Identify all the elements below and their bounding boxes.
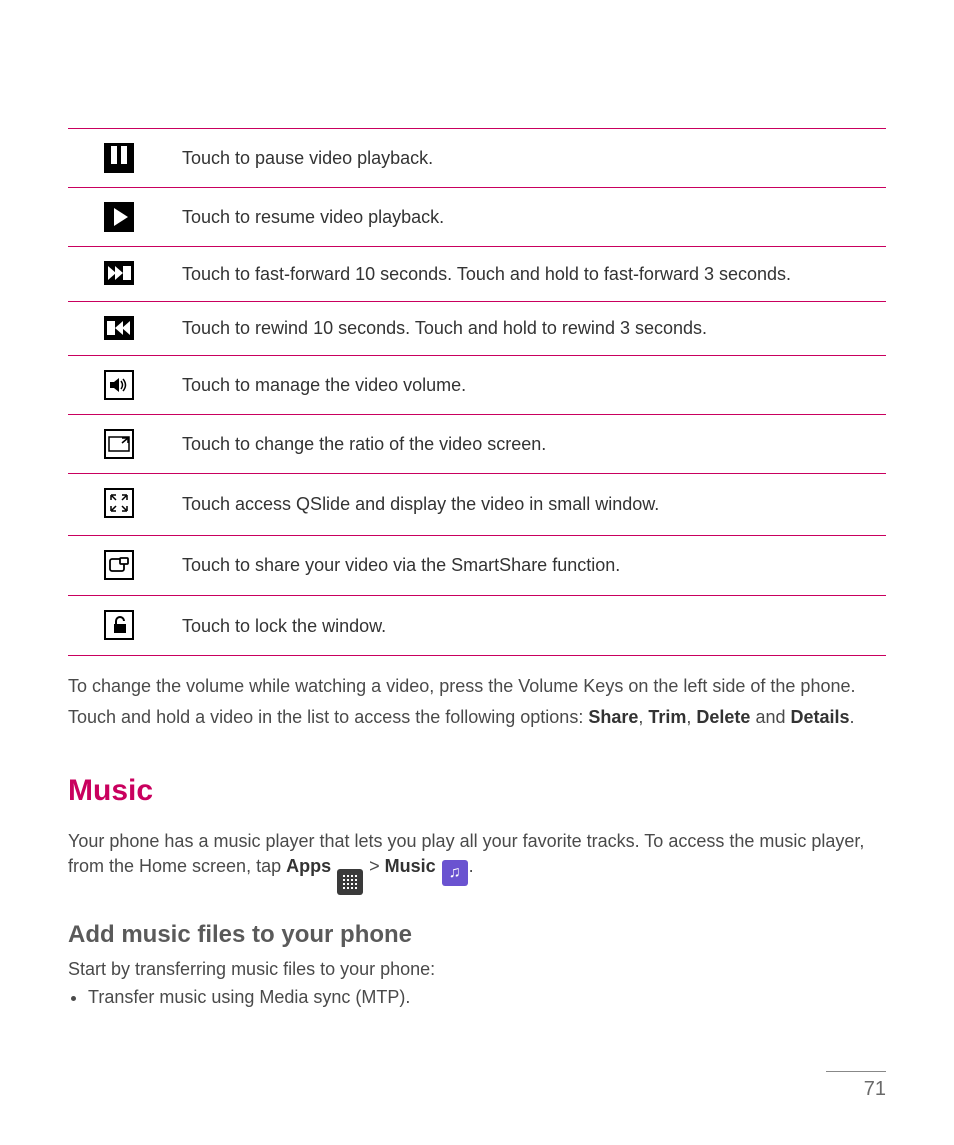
icon-description: Touch to lock the window. <box>170 596 886 656</box>
screen-ratio-icon <box>104 429 134 459</box>
apps-label: Apps <box>286 856 331 876</box>
rewind-icon <box>104 316 134 340</box>
option-delete: Delete <box>696 707 750 727</box>
add-music-subheading: Add music files to your phone <box>68 919 886 951</box>
play-icon <box>104 202 134 232</box>
pause-icon <box>104 143 134 173</box>
add-music-start: Start by transferring music files to you… <box>68 957 886 981</box>
table-row: Touch to fast-forward 10 seconds. Touch … <box>68 247 886 301</box>
music-icon: ♫ <box>442 860 468 886</box>
table-row: Touch to change the ratio of the video s… <box>68 415 886 474</box>
music-intro: Your phone has a music player that lets … <box>68 829 886 894</box>
music-label: Music <box>385 856 436 876</box>
fast-forward-icon <box>104 261 134 285</box>
icon-description: Touch to fast-forward 10 seconds. Touch … <box>170 247 886 301</box>
manual-page: Touch to pause video playback. Touch to … <box>0 0 954 1145</box>
text: Touch and hold a video in the list to ac… <box>68 707 588 727</box>
table-row: Touch to manage the video volume. <box>68 355 886 414</box>
icon-description: Touch access QSlide and display the vide… <box>170 474 886 535</box>
icon-description: Touch to pause video playback. <box>170 129 886 188</box>
volume-note: To change the volume while watching a vi… <box>68 674 886 698</box>
apps-icon <box>337 869 363 895</box>
table-row: Touch access QSlide and display the vide… <box>68 474 886 535</box>
table-row: Touch to rewind 10 seconds. Touch and ho… <box>68 301 886 355</box>
icon-description: Touch to share your video via the SmartS… <box>170 535 886 595</box>
table-row: Touch to pause video playback. <box>68 129 886 188</box>
table-row: Touch to lock the window. <box>68 596 886 656</box>
icon-description: Touch to rewind 10 seconds. Touch and ho… <box>170 301 886 355</box>
table-row: Touch to share your video via the SmartS… <box>68 535 886 595</box>
add-music-bullets: Transfer music using Media sync (MTP). <box>68 985 886 1009</box>
option-trim: Trim <box>648 707 686 727</box>
volume-icon <box>104 370 134 400</box>
lock-icon <box>104 610 134 640</box>
page-number: 71 <box>826 1071 886 1103</box>
icon-description: Touch to change the ratio of the video s… <box>170 415 886 474</box>
option-share: Share <box>588 707 638 727</box>
list-item: Transfer music using Media sync (MTP). <box>88 985 886 1009</box>
smartshare-icon <box>104 550 134 580</box>
touch-hold-options: Touch and hold a video in the list to ac… <box>68 705 886 729</box>
icon-description: Touch to manage the video volume. <box>170 355 886 414</box>
table-row: Touch to resume video playback. <box>68 188 886 247</box>
qslide-icon <box>104 488 134 518</box>
icon-description: Touch to resume video playback. <box>170 188 886 247</box>
option-details: Details <box>790 707 849 727</box>
music-heading: Music <box>68 771 886 812</box>
video-controls-table: Touch to pause video playback. Touch to … <box>68 128 886 656</box>
